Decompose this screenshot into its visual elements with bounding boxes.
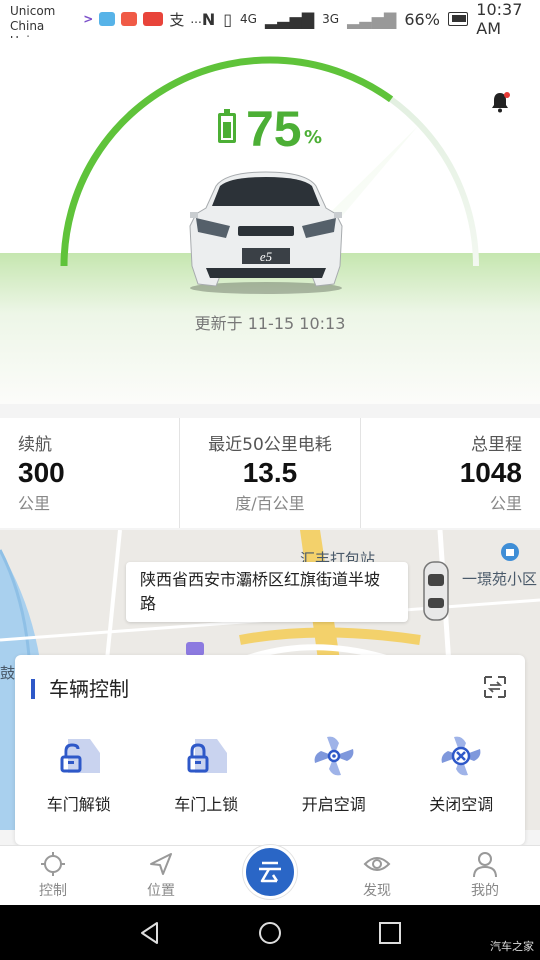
nav-label: 位置 [147, 883, 175, 899]
nav-location[interactable]: 位置 [131, 850, 191, 900]
app-notification-icon [121, 12, 138, 26]
signal-icon: ▂▃▅▇ [347, 9, 397, 29]
watermark: 汽车之家 [490, 940, 534, 953]
system-navigation-bar: 汽车之家 [0, 905, 540, 960]
nav-discover[interactable]: 发现 [347, 850, 407, 900]
signal-icon: ▂▃▅▇ [264, 9, 315, 29]
chevron-icon: > [83, 12, 94, 26]
home-button[interactable] [243, 845, 297, 899]
nav-control[interactable]: 控制 [23, 850, 83, 900]
svg-text:e5: e5 [260, 249, 273, 264]
battery-percent: 66% [404, 9, 440, 29]
stat-value: 13.5 [242, 457, 298, 488]
recents-icon[interactable] [377, 920, 403, 946]
last-updated-text: 更新于 11-15 10:13 [194, 314, 346, 333]
ac-on-icon [314, 736, 354, 776]
control-label: 车门解锁 [46, 795, 111, 814]
alipay-icon: 支 [169, 10, 185, 29]
control-title: 车辆控制 [31, 679, 129, 699]
map-poi-icon [501, 543, 519, 561]
news-app-icon [143, 12, 164, 26]
back-icon[interactable] [137, 920, 163, 946]
door-lock-icon [187, 739, 228, 773]
battery-icon [447, 12, 469, 26]
clock: 10:37 AM [476, 0, 523, 38]
home-circle-icon[interactable] [257, 920, 283, 946]
control-label: 车门上锁 [174, 795, 239, 814]
nav-label: 控制 [39, 883, 67, 899]
vehicle-address[interactable]: 陕西省西安市灞桥区红旗街道半坡路 [126, 562, 408, 622]
home-logo-icon [259, 861, 281, 883]
range-stat: 续航 300 公里 [0, 418, 179, 528]
control-label: 开启空调 [301, 795, 366, 814]
unlock-door-button[interactable]: 车门解锁 [15, 733, 143, 815]
network-2-label: 3G [322, 12, 340, 26]
battery-percent-value: 75 [246, 101, 302, 157]
location-icon [150, 853, 172, 875]
nav-label: 发现 [363, 883, 391, 899]
vibrate-icon: ▯ [223, 9, 233, 29]
control-label: 关闭空调 [429, 795, 494, 814]
stat-unit: 公里 [489, 494, 522, 513]
battery-percent-unit: % [304, 127, 323, 148]
eye-icon [363, 857, 391, 871]
stat-label: 续航 [18, 435, 52, 455]
ac-off-button[interactable]: 关闭空调 [398, 733, 526, 815]
bottom-navigation: 控制 位置 发现 我的 [0, 845, 540, 905]
nfc-icon: N [201, 9, 216, 29]
carrier-1: China Unicom [10, 0, 56, 18]
stat-value: 300 [18, 457, 65, 488]
car-location-marker[interactable] [420, 560, 452, 622]
stat-label: 最近50公里电耗 [208, 435, 332, 455]
status-bar: China Unicom China Unicom > 支 ... N ▯ 4G… [0, 0, 540, 48]
battery-level-icon [218, 109, 236, 143]
stat-unit: 公里 [18, 494, 51, 513]
system-icons: N ▯ 4G ▂▃▅▇ 3G ▂▃▅▇ 66% 10:37 AM [202, 0, 530, 38]
odometer-stat: 总里程 1048 公里 [359, 418, 540, 528]
stats-panel: 续航 300 公里 最近50公里电耗 13.5 度/百公里 总里程 1048 公… [0, 418, 540, 528]
ac-on-button[interactable]: 开启空调 [270, 733, 398, 815]
stat-value: 1048 [459, 457, 522, 488]
map-poi-label: 一璟苑小区 [462, 570, 538, 588]
map-edge-label: 鼓 [0, 664, 16, 682]
nav-profile[interactable]: 我的 [455, 850, 515, 900]
car-image: e5 [189, 171, 343, 294]
app-notification-icon [99, 12, 116, 26]
notification-icons: > 支 ... [83, 9, 202, 30]
battery-hero: 75 % e5 更新于 11-15 10:13 [0, 38, 540, 404]
consumption-stat: 最近50公里电耗 13.5 度/百公里 [179, 418, 359, 528]
switch-vehicle-icon[interactable] [481, 673, 509, 701]
more-icon: ... [190, 12, 202, 26]
control-buttons: 车门解锁 车门上锁 开启空调 关闭空调 [15, 733, 525, 815]
stat-label: 总里程 [470, 435, 522, 455]
vehicle-control-card: 车辆控制 车门解锁 车门上锁 开启空调 关闭空调 [15, 655, 525, 845]
network-1-label: 4G [240, 12, 257, 26]
door-unlock-icon [60, 739, 100, 773]
stat-unit: 度/百公里 [235, 494, 305, 513]
control-icon [41, 852, 65, 876]
ac-off-icon [441, 736, 481, 776]
notification-bell-icon[interactable] [488, 90, 512, 114]
user-icon [473, 852, 497, 878]
nav-label: 我的 [471, 883, 499, 899]
lock-door-button[interactable]: 车门上锁 [143, 733, 271, 815]
